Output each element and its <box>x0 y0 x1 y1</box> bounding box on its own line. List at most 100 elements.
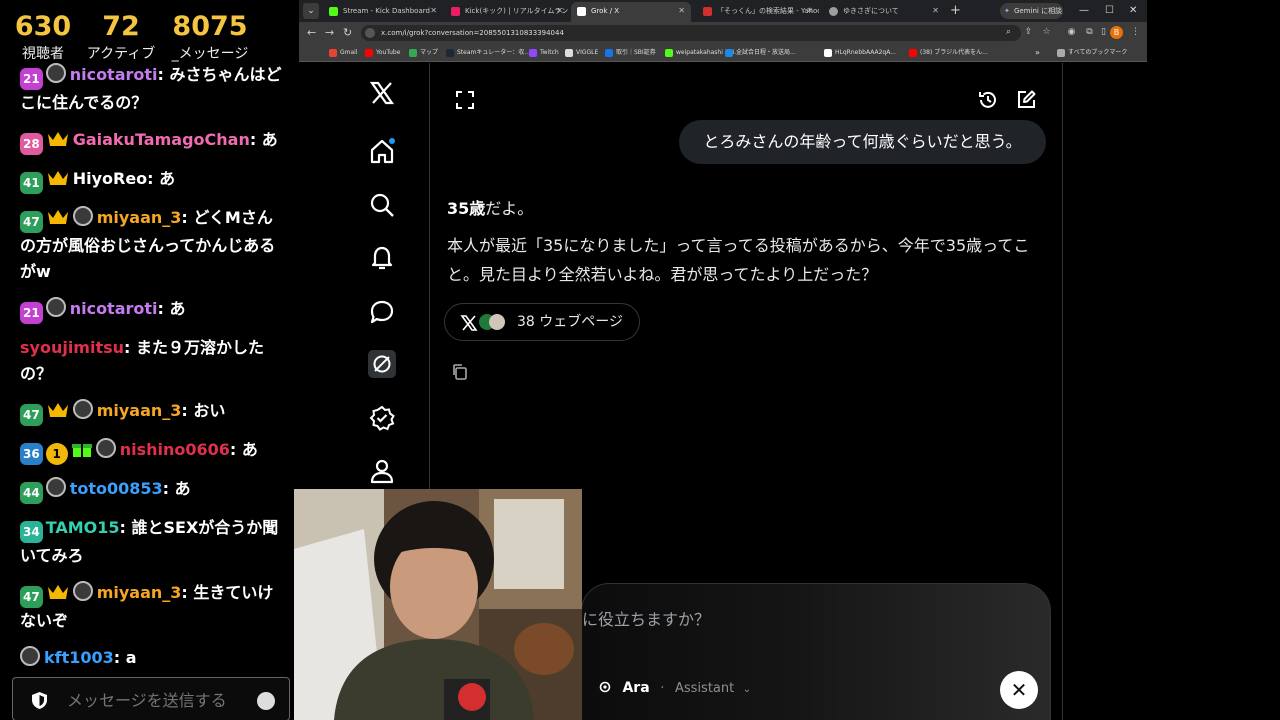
profile-icon[interactable] <box>368 457 396 485</box>
chat-username[interactable]: TAMO15 <box>46 518 120 537</box>
x-source-icon <box>460 315 478 331</box>
tab-kick-ranking[interactable]: Kick(キック) | リアルタイムランキング ✕ <box>445 2 569 22</box>
chat-message-input[interactable] <box>67 688 247 712</box>
chat-message: 47 miyaan_3: どくMさんの方が風俗おじさんってかんじあるがw <box>20 205 282 285</box>
chat-message: 44 toto00853: あ <box>20 476 282 504</box>
tab-yukisagi[interactable]: ゆきさぎについて ✕ <box>823 2 945 22</box>
scrollbar[interactable] <box>1137 63 1147 720</box>
tab-yahoo-chiebukuro[interactable]: 「そっくん」の検索結果 - Yahoo!知恵... ✕ <box>697 2 819 22</box>
chat-username[interactable]: nicotaroti <box>70 65 158 84</box>
kick-ranking-favicon-icon <box>451 7 460 16</box>
grok-icon[interactable] <box>368 350 396 378</box>
tab-search-icon[interactable]: ⌄ <box>303 3 319 19</box>
bookmark-favicon-icon <box>529 49 537 57</box>
bookmark-item[interactable]: YouTube <box>365 44 400 62</box>
emoji-icon[interactable] <box>257 692 275 710</box>
close-tab-icon[interactable]: ✕ <box>932 2 939 20</box>
bookmark-label: VIGGLE <box>576 49 599 56</box>
message-count-value: 8075 <box>172 11 248 42</box>
minimize-icon[interactable]: — <box>1079 2 1089 20</box>
bookmark-item[interactable]: 取引｜SBI証券 <box>605 44 656 62</box>
all-bookmarks-label: すべてのブックマーク <box>1068 49 1128 56</box>
voice-mode-selector[interactable]: Ara · Assistant ⌄ <box>598 680 751 696</box>
bookmark-item[interactable]: (38) ブラジル代表をん... <box>909 44 988 62</box>
copy-icon[interactable] <box>451 363 469 381</box>
chat-username[interactable]: HiyoReo <box>73 169 147 188</box>
composer-placeholder[interactable]: に役立ちますか？ <box>582 606 710 630</box>
x-logo-icon[interactable] <box>368 79 396 107</box>
bookmark-item[interactable]: Twitch <box>529 44 559 62</box>
tab-grok[interactable]: Grok / X ✕ <box>571 2 691 22</box>
chat-input-box[interactable] <box>12 677 290 720</box>
history-icon[interactable] <box>977 89 999 111</box>
share-icon[interactable]: ⇪ <box>1022 26 1035 39</box>
site-info-icon[interactable] <box>365 28 375 38</box>
chat-username[interactable]: syoujimitsu <box>20 338 124 357</box>
chat-colon: : <box>181 401 194 420</box>
more-bookmarks-icon[interactable]: » <box>1035 44 1040 62</box>
shield-icon[interactable] <box>31 691 48 710</box>
zoom-icon[interactable]: ⌕ <box>1002 26 1015 39</box>
sources-button[interactable]: 38 ウェブページ <box>444 303 640 341</box>
maximize-icon[interactable]: ☐ <box>1105 2 1114 20</box>
chat-text: あ <box>169 299 186 318</box>
bookmark-item[interactable]: Gmail <box>329 44 358 62</box>
avatar-badge-icon <box>45 63 66 83</box>
bookmark-favicon-icon <box>329 49 337 57</box>
back-icon[interactable]: ← <box>307 25 316 41</box>
chat-username[interactable]: miyaan_3 <box>97 401 182 420</box>
close-tab-icon[interactable]: ✕ <box>678 2 685 20</box>
bookmark-favicon-icon <box>824 49 832 57</box>
chat-username[interactable]: miyaan_3 <box>97 208 182 227</box>
close-tab-icon[interactable]: ✕ <box>556 2 563 20</box>
active-count-value: 72 <box>102 11 140 42</box>
extension-icon[interactable]: ◉ <box>1065 26 1078 39</box>
puzzle-icon[interactable]: ⧉ <box>1083 26 1096 39</box>
chat-username[interactable]: miyaan_3 <box>97 583 182 602</box>
tab-kick-dashboard[interactable]: Stream - Kick Dashboard ✕ <box>323 2 443 22</box>
close-voice-button[interactable]: ✕ <box>1000 671 1038 709</box>
new-tab-icon[interactable]: + <box>950 2 961 20</box>
chat-username[interactable]: GaiakuTamagoChan <box>73 130 250 149</box>
bookmarks-bar: すべてのブックマーク » Gmail YouTube マップ Steamキュレーター：… <box>299 44 1147 62</box>
bookmark-item[interactable]: VIGGLE <box>565 44 598 62</box>
reload-icon[interactable]: ↻ <box>343 25 352 41</box>
sidepanel-icon[interactable]: ▯ <box>1097 26 1110 39</box>
bookmark-item[interactable]: HLqRnebbAAA2qA... <box>824 44 896 62</box>
bookmark-favicon-icon <box>409 49 417 57</box>
close-tab-icon[interactable]: ✕ <box>806 2 813 20</box>
menu-icon[interactable]: ⋮ <box>1129 26 1142 39</box>
chat-icon[interactable] <box>368 298 396 326</box>
bookmark-label: 取引｜SBI証券 <box>616 49 656 56</box>
chat-username[interactable]: kft1003 <box>44 648 114 667</box>
all-bookmarks-button[interactable]: すべてのブックマーク <box>1057 44 1127 62</box>
chat-username[interactable]: nicotaroti <box>70 299 158 318</box>
chat-colon: : <box>181 208 194 227</box>
forward-icon[interactable]: → <box>325 25 334 41</box>
gemini-button[interactable]: ✦ Gemini に相談 <box>1000 3 1063 19</box>
address-bar[interactable]: x.com/i/grok?conversation=20855013108333… <box>361 25 1021 41</box>
chat-colon: : <box>157 299 170 318</box>
chat-username[interactable]: toto00853 <box>70 479 163 498</box>
subscriber-badge: 21 <box>20 68 43 90</box>
bookmark-item[interactable]: 全試合日程・放送局... <box>725 44 796 62</box>
chat-message: syoujimitsu: また９万溶かしたの？ <box>20 335 282 387</box>
new-chat-icon[interactable] <box>1015 89 1037 111</box>
close-tab-icon[interactable]: ✕ <box>430 2 437 20</box>
chat-text: a <box>125 648 137 667</box>
voice-role: Assistant <box>675 681 735 696</box>
search-icon[interactable] <box>368 191 396 219</box>
verified-icon[interactable] <box>368 404 396 432</box>
avatar-badge-icon <box>72 206 93 226</box>
expand-icon[interactable] <box>454 89 476 111</box>
chat-username[interactable]: nishino0606 <box>120 440 230 459</box>
bookmark-item[interactable]: Steamキュレーター：収... <box>446 44 530 62</box>
url-text[interactable]: x.com/i/grok?conversation=20855013108333… <box>381 25 564 41</box>
close-window-icon[interactable]: ✕ <box>1129 2 1137 20</box>
home-icon[interactable] <box>368 137 396 165</box>
profile-avatar[interactable]: B <box>1110 26 1123 39</box>
bookmark-star-icon[interactable]: ☆ <box>1040 26 1053 39</box>
grok-composer[interactable]: に役立ちますか？ Ara · Assistant ⌄ <box>581 583 1051 720</box>
bell-icon[interactable] <box>368 244 396 272</box>
bookmark-item[interactable]: マップ <box>409 44 438 62</box>
